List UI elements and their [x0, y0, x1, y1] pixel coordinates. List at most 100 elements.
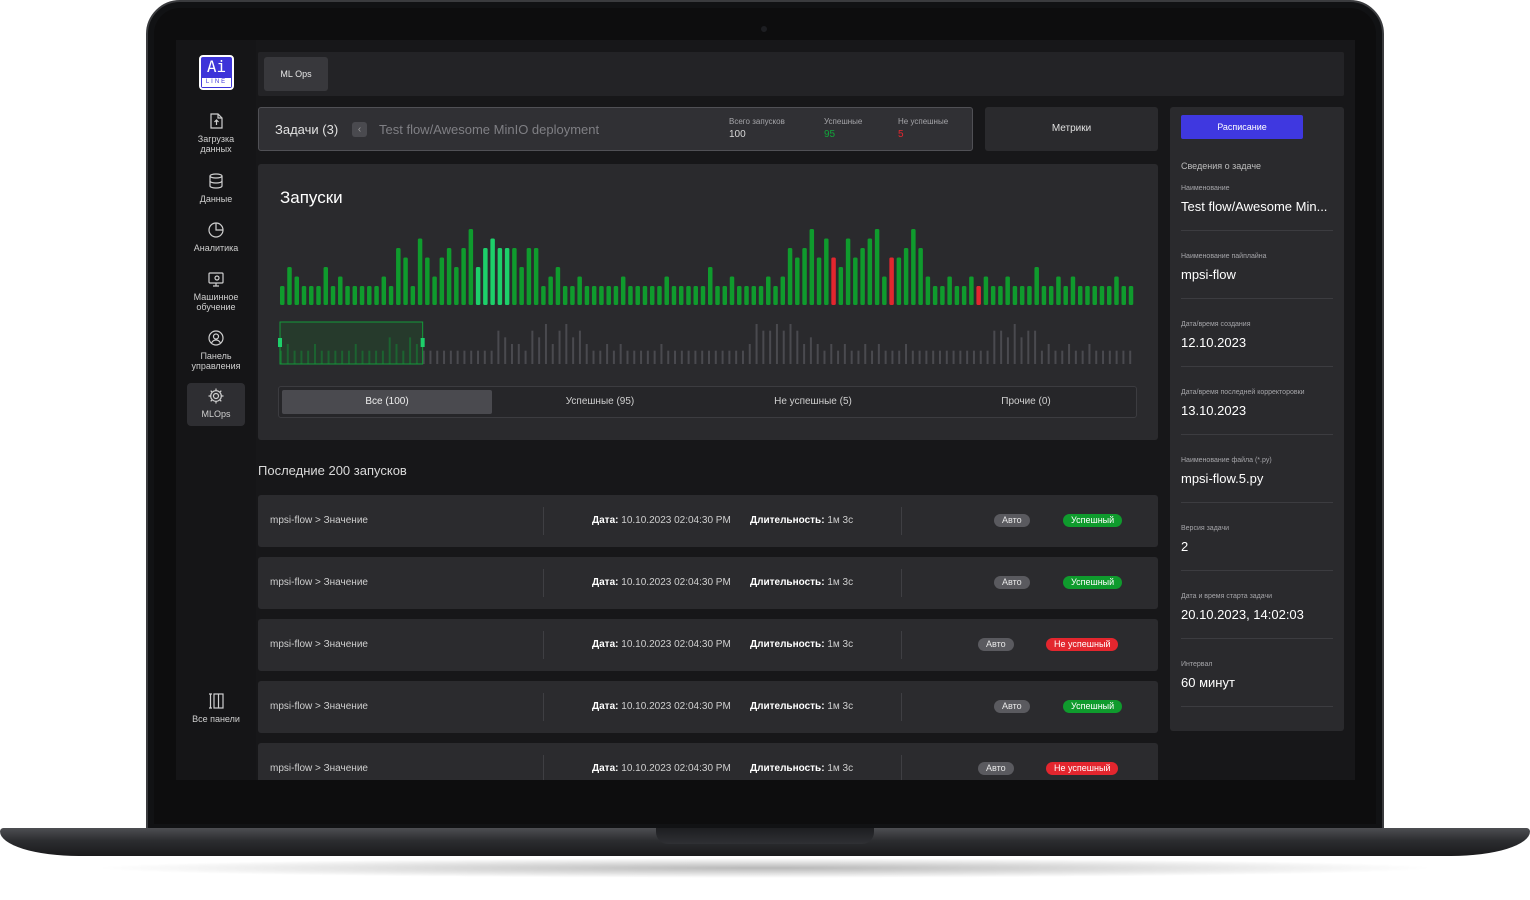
chart-bar[interactable]	[969, 276, 974, 306]
chart-bar[interactable]	[584, 286, 590, 305]
chart-bar[interactable]	[599, 286, 604, 305]
chart-bar[interactable]	[766, 276, 771, 306]
filter-all[interactable]: Все (100)	[282, 390, 492, 414]
filter-other[interactable]: Прочие (0)	[921, 390, 1131, 414]
run-row[interactable]: mpsi-flow > Значение Дата: 10.10.2023 02:…	[258, 743, 1158, 780]
chart-bar[interactable]	[853, 257, 858, 306]
chart-bar[interactable]	[911, 229, 916, 305]
chart-bar[interactable]	[287, 267, 292, 305]
chart-bar[interactable]	[882, 276, 887, 306]
chart-bar[interactable]	[512, 248, 517, 305]
chart-bar[interactable]	[961, 286, 967, 305]
chart-bar[interactable]	[620, 276, 626, 306]
chart-bar[interactable]	[519, 267, 524, 305]
chart-bar[interactable]	[323, 267, 329, 305]
chart-bar[interactable]	[1077, 286, 1083, 305]
chart-bar[interactable]	[1012, 286, 1018, 305]
chart-bar[interactable]	[751, 286, 757, 305]
filter-failed[interactable]: Не успешные (5)	[708, 390, 918, 414]
chart-bar[interactable]	[374, 286, 379, 305]
chart-bar[interactable]	[845, 238, 851, 306]
sidebar-item-mlops[interactable]: MLOps	[187, 383, 245, 426]
chart-bar[interactable]	[1092, 286, 1097, 305]
chart-bar[interactable]	[816, 257, 822, 306]
chart-bar[interactable]	[998, 286, 1003, 305]
chart-bar[interactable]	[475, 267, 481, 305]
chart-bar[interactable]	[1099, 286, 1105, 305]
chart-bar[interactable]	[903, 248, 909, 305]
chart-bar[interactable]	[526, 248, 532, 305]
chart-bar[interactable]	[976, 286, 981, 305]
chart-bar[interactable]	[896, 257, 902, 306]
chart-bar[interactable]	[642, 286, 648, 305]
chart-bar[interactable]	[591, 286, 597, 305]
chart-bar[interactable]	[983, 276, 989, 306]
chart-bar[interactable]	[577, 276, 582, 306]
chart-bar[interactable]	[1085, 286, 1090, 305]
chart-bar[interactable]	[562, 286, 568, 305]
chart-bar[interactable]	[780, 276, 786, 306]
chart-bar[interactable]	[867, 238, 873, 306]
chart-bar[interactable]	[439, 257, 445, 306]
chart-bar[interactable]	[1048, 286, 1054, 305]
chart-bar[interactable]	[932, 286, 938, 305]
chart-bar[interactable]	[947, 276, 952, 306]
back-button[interactable]: ‹	[352, 122, 367, 137]
chart-bar[interactable]	[918, 248, 923, 305]
chart-bar[interactable]	[693, 286, 698, 305]
chart-bar[interactable]	[1121, 286, 1126, 305]
chart-bar[interactable]	[497, 248, 503, 305]
chart-bar[interactable]	[635, 286, 640, 305]
chart-bar[interactable]	[410, 286, 416, 305]
chart-bar[interactable]	[490, 238, 495, 306]
run-row[interactable]: mpsi-flow > Значение Дата: 10.10.2023 02:…	[258, 557, 1158, 609]
chart-bar[interactable]	[802, 248, 807, 305]
sidebar-item-analytics[interactable]: Аналитика	[187, 217, 245, 253]
chart-bar[interactable]	[1034, 267, 1039, 305]
chart-bar[interactable]	[722, 286, 728, 305]
chart-bar[interactable]	[657, 286, 662, 305]
chart-bar[interactable]	[925, 276, 931, 306]
chart-bar[interactable]	[678, 286, 684, 305]
chart-bar[interactable]	[744, 286, 749, 305]
overview-selection[interactable]	[279, 321, 424, 365]
sidebar-item-control-panel[interactable]: Панель управления	[187, 325, 245, 371]
overview-handle[interactable]	[278, 338, 282, 347]
chart-bar[interactable]	[1070, 276, 1076, 306]
chart-bar[interactable]	[954, 286, 960, 305]
run-name[interactable]: mpsi-flow > Значение	[270, 515, 368, 526]
tasks-title[interactable]: Задачи (3)	[275, 122, 338, 137]
chart-bar[interactable]	[664, 276, 669, 306]
run-row[interactable]: mpsi-flow > Значение Дата: 10.10.2023 02:…	[258, 681, 1158, 733]
chart-bar[interactable]	[990, 286, 996, 305]
chart-bar[interactable]	[758, 286, 764, 305]
chart-bar[interactable]	[809, 229, 815, 305]
chart-bar[interactable]	[403, 257, 408, 306]
chart-bar[interactable]	[686, 286, 691, 305]
sidebar-item-machine-learning[interactable]: Машинное обучение	[187, 266, 245, 312]
chart-bar[interactable]	[330, 286, 336, 305]
chart-bar[interactable]	[737, 286, 742, 305]
chart-bar[interactable]	[396, 248, 401, 305]
chart-bar[interactable]	[381, 276, 387, 306]
chart-bar[interactable]	[570, 286, 575, 305]
filter-success[interactable]: Успешные (95)	[495, 390, 705, 414]
chart-bar[interactable]	[1106, 286, 1112, 305]
chart-bar[interactable]	[446, 248, 452, 305]
schedule-button[interactable]: Расписание	[1181, 115, 1303, 139]
chart-bar[interactable]	[715, 286, 720, 305]
app-logo[interactable]: Ai LINE	[199, 55, 234, 90]
chart-bar[interactable]	[541, 286, 546, 305]
chart-bar[interactable]	[533, 248, 539, 305]
chart-bar[interactable]	[316, 286, 321, 305]
chart-bar[interactable]	[280, 286, 285, 305]
chart-bar[interactable]	[461, 248, 466, 305]
chart-bar[interactable]	[860, 248, 865, 305]
chart-bar[interactable]	[309, 286, 314, 305]
chart-bar[interactable]	[301, 286, 307, 305]
sidebar-item-data-upload[interactable]: Загрузка данных	[187, 108, 245, 154]
chart-bar[interactable]	[1128, 286, 1134, 305]
chart-bar[interactable]	[432, 276, 437, 306]
chart-bar[interactable]	[468, 229, 474, 305]
metrics-button[interactable]: Метрики	[985, 107, 1158, 151]
